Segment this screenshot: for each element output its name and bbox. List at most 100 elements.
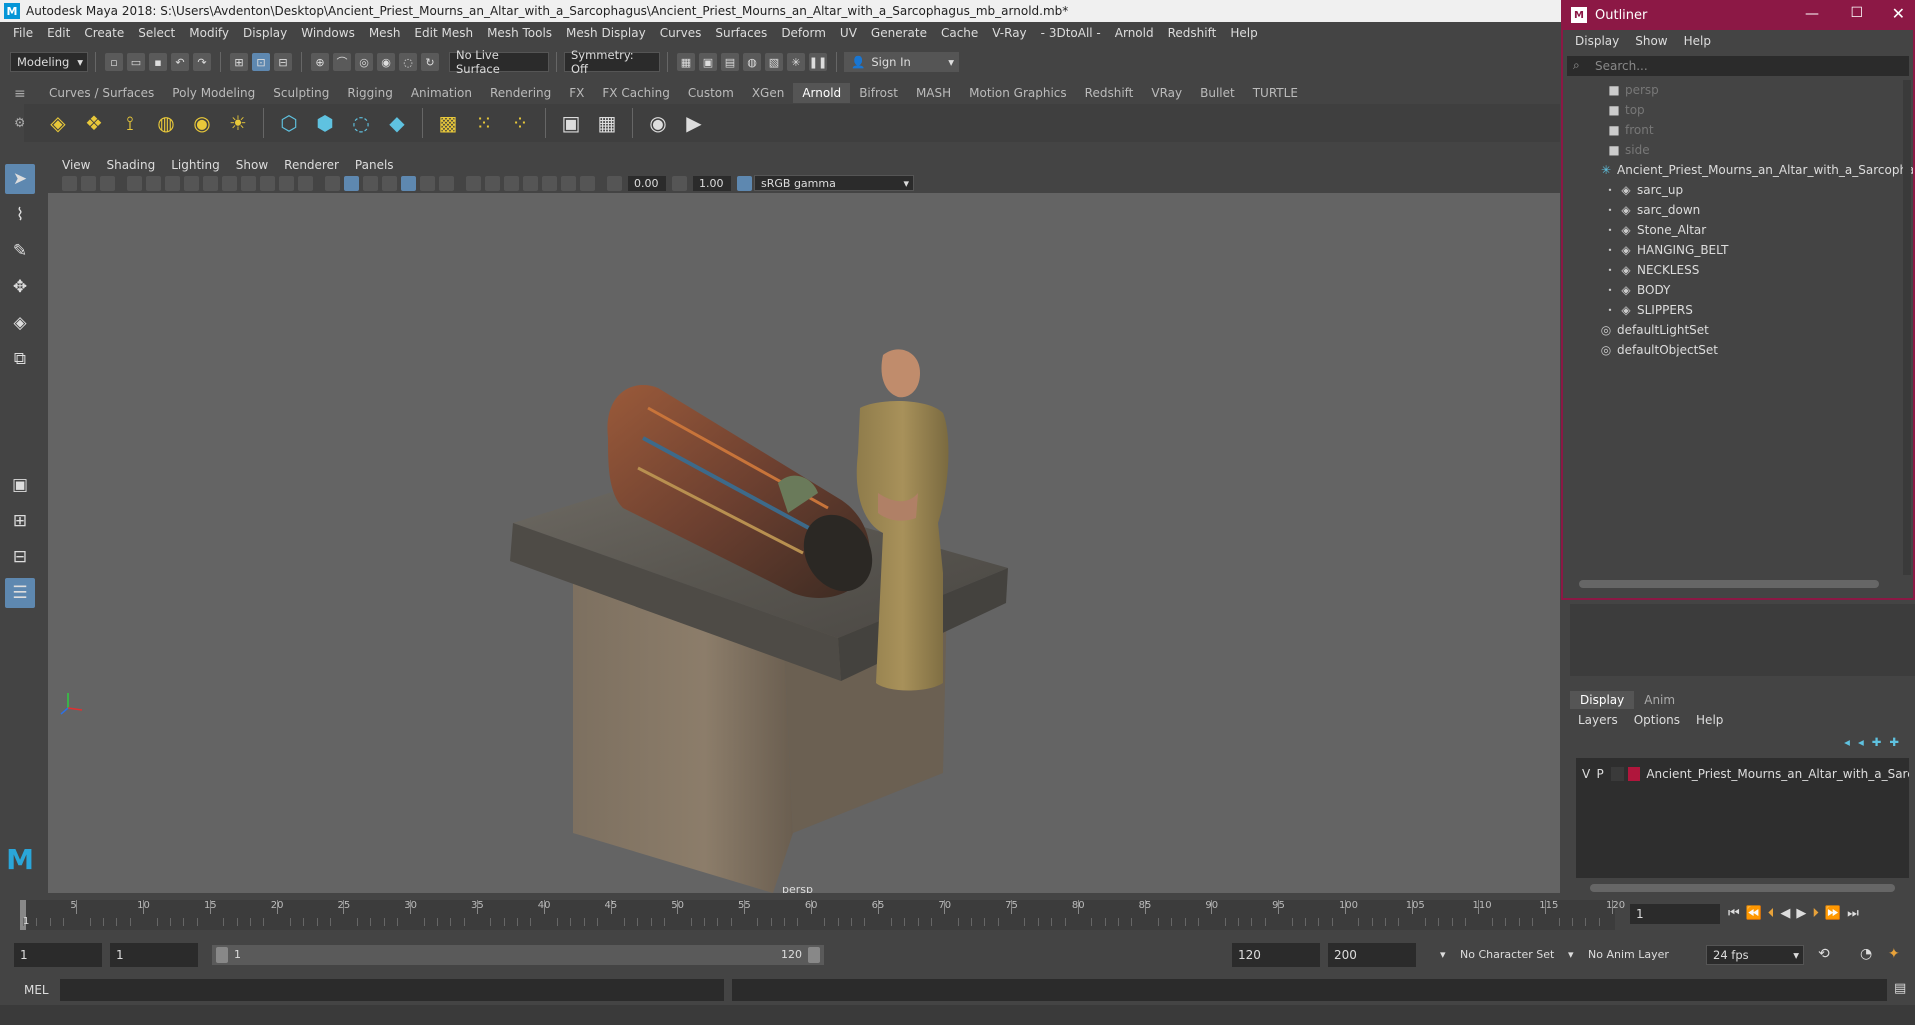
select-tool-icon[interactable]: ➤ xyxy=(5,164,35,194)
gamma-icon[interactable] xyxy=(672,175,687,191)
light-portal-icon[interactable]: ◉ xyxy=(187,108,217,138)
xray-joints-icon[interactable] xyxy=(561,175,576,191)
select-object-icon[interactable]: ⊡ xyxy=(252,53,270,71)
outliner-item-camera[interactable]: ■ front xyxy=(1599,120,1913,140)
area-light-icon[interactable]: ◈ xyxy=(43,108,73,138)
menu-curves[interactable]: Curves xyxy=(653,26,709,40)
expand-icon[interactable]: • xyxy=(1605,186,1615,195)
move-layer-up-icon[interactable]: ◂ xyxy=(1844,735,1850,749)
outliner-item-camera[interactable]: ■ persp xyxy=(1599,80,1913,100)
lasso-tool-icon[interactable]: ⌇ xyxy=(5,200,35,230)
mode-dropdown[interactable]: Modeling ▾ xyxy=(10,52,88,72)
fps-dropdown[interactable]: 24 fps ▾ xyxy=(1706,945,1804,965)
play-backward-icon[interactable]: ◀ xyxy=(1780,906,1790,921)
scale-tool-icon[interactable]: ⧉ xyxy=(5,344,35,374)
menu-deform[interactable]: Deform xyxy=(774,26,833,40)
snap-surface-icon[interactable]: ◌ xyxy=(399,53,417,71)
maximize-icon[interactable]: ☐ xyxy=(1850,5,1863,21)
menu-arnold[interactable]: Arnold xyxy=(1108,26,1161,40)
wireframe-on-shaded-icon[interactable] xyxy=(363,175,378,191)
time-slider[interactable]: 1 5 10 15 20 25 30 35 40 45 50 55 60 65 70 75 80 85 90 95 1… xyxy=(0,898,1915,933)
menu-windows[interactable]: Windows xyxy=(294,26,362,40)
panel-menu-shading[interactable]: Shading xyxy=(98,158,163,172)
outliner-search-input[interactable]: ⌕ Search... xyxy=(1567,56,1909,76)
step-forward-key-icon[interactable]: ⏵ xyxy=(1812,906,1819,921)
four-view-icon[interactable]: ⊞ xyxy=(5,506,35,536)
new-layer-selected-icon[interactable]: ✚ xyxy=(1889,735,1899,749)
outliner-item-set[interactable]: ◎ defaultLightSet xyxy=(1599,320,1913,340)
mel-label[interactable]: MEL xyxy=(24,983,49,997)
tx-manager-icon[interactable]: ⁙ xyxy=(469,108,499,138)
layer-horizontal-scrollbar[interactable] xyxy=(1590,884,1895,892)
select-hierarchy-icon[interactable]: ⊞ xyxy=(230,53,248,71)
minimize-icon[interactable]: — xyxy=(1805,6,1819,22)
xray-components-icon[interactable] xyxy=(580,175,595,191)
menu--3dtoall-[interactable]: - 3DtoAll - xyxy=(1034,26,1108,40)
range-bar[interactable]: 1 120 xyxy=(212,945,824,965)
shadows-icon[interactable] xyxy=(439,175,454,191)
paint-select-icon[interactable]: ✎ xyxy=(5,236,35,266)
chevron-down-icon[interactable]: ▾ xyxy=(1568,948,1574,961)
render-frame-icon[interactable]: ▣ xyxy=(699,53,717,71)
shelf-tab-vray[interactable]: VRay xyxy=(1142,86,1191,100)
2d-pan-icon[interactable] xyxy=(146,175,161,191)
ambient-occlusion-icon[interactable] xyxy=(466,175,481,191)
camera-attr-icon[interactable] xyxy=(81,175,96,191)
pause-icon[interactable]: ❚❚ xyxy=(809,53,827,71)
panel-menu-renderer[interactable]: Renderer xyxy=(276,158,347,172)
rotate-tool-icon[interactable]: ◈ xyxy=(5,308,35,338)
snap-point-icon[interactable]: ◎ xyxy=(355,53,373,71)
close-icon[interactable]: ✕ xyxy=(1892,4,1905,23)
shelf-tab-turtle[interactable]: TURTLE xyxy=(1244,86,1307,100)
curve-collector-icon[interactable]: ◌ xyxy=(346,108,376,138)
two-view-icon[interactable]: ⊟ xyxy=(5,542,35,572)
playback-end-field[interactable]: 120 xyxy=(1232,943,1320,967)
undo-icon[interactable]: ↶ xyxy=(171,53,189,71)
expand-icon[interactable]: • xyxy=(1605,226,1615,235)
export-standin-icon[interactable]: ⬢ xyxy=(310,108,340,138)
menu-edit[interactable]: Edit xyxy=(40,26,77,40)
gate-mask-icon[interactable] xyxy=(241,175,256,191)
outliner-item-group[interactable]: ⊟✳Ancient_Priest_Mourns_an_Altar_with_a_… xyxy=(1599,160,1913,180)
outliner-item-mesh[interactable]: • ◈ NECKLESS xyxy=(1599,260,1913,280)
sign-in-button[interactable]: 👤 Sign In ▾ xyxy=(844,52,959,72)
loop-icon[interactable]: ⟲ xyxy=(1818,946,1830,962)
expand-icon[interactable]: • xyxy=(1605,206,1615,215)
menu-modify[interactable]: Modify xyxy=(182,26,236,40)
outliner-item-mesh[interactable]: • ◈ SLIPPERS xyxy=(1599,300,1913,320)
layer-display-type[interactable] xyxy=(1610,767,1624,781)
shelf-tab-rigging[interactable]: Rigging xyxy=(338,86,401,100)
shelf-tab-animation[interactable]: Animation xyxy=(402,86,481,100)
shelf-tab-rendering[interactable]: Rendering xyxy=(481,86,560,100)
script-editor-icon[interactable]: ▤ xyxy=(1894,981,1906,996)
gamma-field[interactable]: 1.00 xyxy=(693,175,731,191)
outliner-item-mesh[interactable]: • ◈ HANGING_BELT xyxy=(1599,240,1913,260)
outliner-vertical-scrollbar[interactable] xyxy=(1903,80,1911,575)
layer-menu-layers[interactable]: Layers xyxy=(1570,713,1626,727)
hypershade-icon[interactable]: ▧ xyxy=(765,53,783,71)
motion-blur-icon[interactable] xyxy=(485,175,500,191)
outliner-layout-icon[interactable]: ☰ xyxy=(5,578,35,608)
anti-aliasing-icon[interactable] xyxy=(504,175,519,191)
current-frame-field[interactable]: 1 xyxy=(1630,904,1720,924)
flush-textures-icon[interactable]: ⁘ xyxy=(505,108,535,138)
play-render-icon[interactable]: ▶ xyxy=(679,108,709,138)
step-forward-icon[interactable]: ⏩ xyxy=(1825,906,1841,921)
outliner-item-mesh[interactable]: • ◈ sarc_up xyxy=(1599,180,1913,200)
shelf-tab-fx-caching[interactable]: FX Caching xyxy=(593,86,678,100)
shelf-tab-redshift[interactable]: Redshift xyxy=(1076,86,1143,100)
layer-playback-toggle[interactable]: P xyxy=(1596,767,1610,781)
depth-of-field-icon[interactable] xyxy=(523,175,538,191)
grease-pencil-icon[interactable] xyxy=(165,175,180,191)
outliner-menu-show[interactable]: Show xyxy=(1627,34,1675,48)
color-space-dropdown[interactable]: sRGB gamma ▾ xyxy=(754,175,914,191)
outliner-horizontal-scrollbar[interactable] xyxy=(1579,580,1879,588)
outliner-item-mesh[interactable]: • ◈ sarc_down xyxy=(1599,200,1913,220)
shelf-tab-poly-modeling[interactable]: Poly Modeling xyxy=(163,86,264,100)
smooth-shade-icon[interactable] xyxy=(344,175,359,191)
menu-redshift[interactable]: Redshift xyxy=(1161,26,1224,40)
field-chart-icon[interactable] xyxy=(260,175,275,191)
outliner-menu-display[interactable]: Display xyxy=(1567,34,1627,48)
single-view-icon[interactable]: ▣ xyxy=(5,470,35,500)
symmetry-dropdown[interactable]: Symmetry: Off xyxy=(564,48,660,76)
